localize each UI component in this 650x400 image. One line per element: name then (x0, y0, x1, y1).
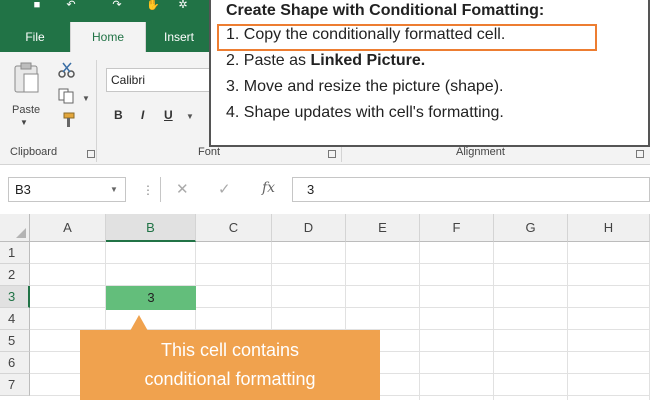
callout-step-4: 4. Shape updates with cell's formatting. (226, 104, 504, 121)
cancel-icon[interactable]: ✕ (176, 180, 189, 198)
column-header-a[interactable]: A (30, 214, 106, 242)
alignment-launcher-icon[interactable] (636, 150, 644, 158)
name-box[interactable]: B3 (8, 177, 126, 202)
column-header-h[interactable]: H (568, 214, 650, 242)
annotation-pointer (130, 315, 148, 331)
callout-step-1: 1. Copy the conditionally formatted cell… (226, 26, 506, 43)
annotation-line-2: conditional formatting (144, 369, 316, 389)
formula-bar-grip-icon[interactable]: ⋮ (142, 183, 154, 197)
name-box-dropdown-icon[interactable]: ▼ (110, 185, 118, 194)
underline-button[interactable]: U (164, 108, 173, 122)
callout-step-2-bold: Linked Picture. (310, 52, 426, 69)
tab-home[interactable]: Home (70, 22, 146, 52)
paste-dropdown-icon[interactable]: ▼ (20, 118, 28, 127)
undo-icon[interactable]: ↶ (64, 0, 78, 11)
row-header-4[interactable]: 4 (0, 308, 30, 330)
cell-b3[interactable]: 3 (106, 286, 196, 310)
column-header-d[interactable]: D (272, 214, 346, 242)
paste-button-label[interactable]: Paste (12, 104, 40, 116)
grid-col-line (419, 242, 420, 400)
column-header-e[interactable]: E (346, 214, 420, 242)
save-icon[interactable]: ■ (30, 0, 44, 11)
grid-col-line (567, 242, 568, 400)
font-name-select[interactable]: Calibri (106, 68, 210, 92)
instruction-callout (209, 0, 650, 147)
formula-input[interactable]: 3 (292, 177, 650, 202)
font-launcher-icon[interactable] (328, 150, 336, 158)
group-label-font: Font (198, 146, 221, 158)
enter-icon[interactable]: ✓ (218, 180, 231, 198)
column-header-g[interactable]: G (494, 214, 568, 242)
copy-icon[interactable] (58, 88, 76, 104)
bold-button[interactable]: B (114, 108, 123, 122)
callout-title: Create Shape with Conditional Fomatting: (226, 2, 545, 19)
group-label-clipboard: Clipboard (10, 146, 58, 158)
italic-button[interactable]: I (141, 108, 144, 122)
group-label-alignment: Alignment (456, 146, 505, 158)
format-painter-icon[interactable] (58, 112, 76, 128)
clipboard-launcher-icon[interactable] (87, 150, 95, 158)
column-header-f[interactable]: F (420, 214, 494, 242)
select-all-icon (16, 228, 26, 238)
grid-row-line (30, 263, 650, 264)
customize-icon[interactable]: ✲ (176, 0, 190, 11)
callout-step-2: 2. Paste as Linked Picture. (226, 52, 425, 70)
column-header-b[interactable]: B (106, 214, 196, 242)
row-header-1[interactable]: 1 (0, 242, 30, 264)
row-header-5[interactable]: 5 (0, 330, 30, 352)
redo-icon[interactable]: ↷ (110, 0, 124, 11)
callout-step-3: 3. Move and resize the picture (shape). (226, 78, 504, 95)
column-header-c[interactable]: C (196, 214, 272, 242)
tab-insert[interactable]: Insert (150, 22, 208, 52)
row-header-2[interactable]: 2 (0, 264, 30, 286)
grid-col-line (493, 242, 494, 400)
paste-icon[interactable] (14, 62, 40, 94)
ribbon-separator (96, 142, 97, 162)
row-header-3[interactable]: 3 (0, 286, 30, 308)
row-header-7[interactable]: 7 (0, 374, 30, 396)
callout-step-2-prefix: 2. Paste as (226, 52, 311, 69)
tab-file[interactable]: File (14, 22, 56, 52)
cut-icon[interactable] (58, 62, 76, 78)
underline-dropdown-icon[interactable]: ▼ (186, 112, 194, 121)
insert-function-icon[interactable]: fx (262, 180, 275, 196)
annotation-line-1: This cell contains (160, 340, 300, 360)
touch-mode-icon[interactable]: ✋ (146, 0, 160, 11)
row-header-6[interactable]: 6 (0, 352, 30, 374)
copy-dropdown-icon[interactable]: ▼ (82, 94, 90, 103)
